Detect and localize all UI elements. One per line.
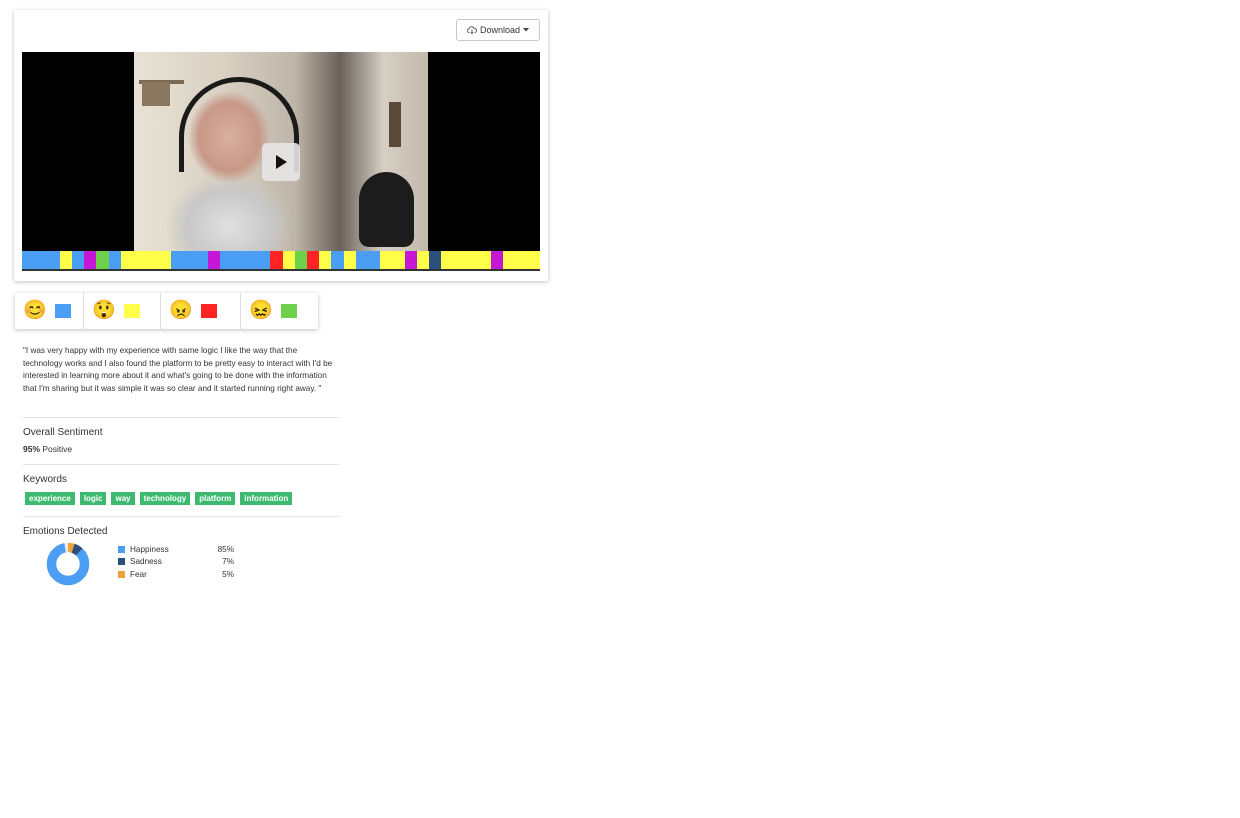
emotion-row: Happiness 85%	[118, 543, 234, 556]
timeline-segment-surprise[interactable]	[282, 251, 295, 269]
angry-face-icon: 😠	[169, 300, 193, 321]
timeline-segment-surprise[interactable]	[416, 251, 430, 269]
emotion-color-swatch	[118, 558, 125, 566]
timeline-segment-happiness[interactable]	[71, 251, 85, 269]
emotions-donut-chart	[46, 542, 90, 586]
keyword-list: experience logic way technology platform info…	[25, 492, 293, 505]
divider	[23, 464, 339, 465]
sentiment-label: Positive	[42, 444, 73, 454]
play-icon	[276, 155, 287, 169]
emotion-row: Sadness 7%	[118, 556, 234, 569]
legend-color-swatch	[200, 304, 217, 318]
caret-down-icon	[523, 28, 529, 32]
download-button[interactable]: Download	[455, 19, 540, 41]
timeline-segment-surprise[interactable]	[120, 251, 171, 269]
emotion-name: Happiness	[130, 544, 169, 554]
legend-color-swatch	[123, 304, 140, 318]
video-card: Download	[14, 10, 548, 281]
timeline-segment-anger[interactable]	[270, 251, 283, 269]
timeline-segment-sadness[interactable]	[429, 251, 442, 269]
divider	[23, 417, 339, 418]
timeline-segment-happiness[interactable]	[355, 251, 381, 269]
legend-color-swatch	[280, 304, 297, 318]
legend-item[interactable]: 😠	[161, 293, 241, 329]
timeline-segment-surprise[interactable]	[319, 251, 332, 269]
timeline-segment-happiness[interactable]	[108, 251, 121, 269]
timeline-segment-disgust[interactable]	[294, 251, 307, 269]
sentiment-value: 95% Positive	[23, 444, 72, 454]
timeline-segment-happiness[interactable]	[220, 251, 271, 269]
emotion-name: Sadness	[130, 557, 162, 567]
donut-slice-happiness	[46, 542, 90, 586]
keywords-heading: Keywords	[23, 474, 67, 485]
legend-item[interactable]: 😲	[84, 293, 161, 329]
confounded-face-icon: 😖	[249, 300, 273, 321]
keyword-tag[interactable]: platform	[195, 492, 236, 505]
sentiment-heading: Overall Sentiment	[23, 427, 103, 438]
sentiment-percent: 95%	[23, 444, 41, 454]
timeline-segment-surprise[interactable]	[441, 251, 492, 269]
play-button[interactable]	[262, 143, 300, 181]
timeline-segment-anger[interactable]	[307, 251, 320, 269]
timeline-segment-happiness[interactable]	[170, 251, 209, 269]
emotion-name: Fear	[130, 569, 147, 579]
legend-item[interactable]: 😖	[241, 293, 318, 329]
emotion-percent: 85%	[217, 544, 234, 554]
legend-item[interactable]: 😊	[15, 293, 84, 329]
keyword-tag[interactable]: information	[240, 492, 293, 505]
emotion-color-swatch	[118, 545, 125, 553]
microphone	[359, 172, 414, 247]
timeline-segment-surprise[interactable]	[503, 251, 541, 269]
keyword-tag[interactable]: way	[111, 492, 135, 505]
emotion-legend: 😊 😲 😠 😖	[15, 293, 318, 329]
emotion-percent: 7%	[222, 557, 234, 567]
emotion-color-swatch	[118, 570, 125, 578]
emotion-row: Fear 5%	[118, 568, 234, 581]
timeline-segment-contempt[interactable]	[84, 251, 97, 269]
timeline-segment-happiness[interactable]	[22, 251, 60, 269]
cloud-download-icon	[466, 26, 477, 34]
download-label: Download	[479, 25, 520, 35]
timeline-segment-happiness[interactable]	[331, 251, 344, 269]
smiling-face-icon: 😊	[23, 300, 47, 321]
timeline-segment-contempt[interactable]	[404, 251, 417, 269]
timeline-segment-contempt[interactable]	[208, 251, 221, 269]
video-player[interactable]	[22, 52, 540, 251]
astonished-face-icon: 😲	[92, 300, 116, 321]
keyword-tag[interactable]: logic	[79, 492, 107, 505]
keyword-tag[interactable]: experience	[25, 492, 75, 505]
keyword-tag[interactable]: technology	[139, 492, 191, 505]
emotions-list: Happiness 85% Sadness 7% Fear 5%	[118, 543, 234, 581]
emotions-heading: Emotions Detected	[23, 526, 108, 537]
timeline-segment-contempt[interactable]	[491, 251, 504, 269]
legend-color-swatch	[54, 304, 71, 318]
divider	[23, 516, 339, 517]
emotion-percent: 5%	[222, 569, 234, 579]
emotion-timeline[interactable]	[22, 251, 541, 271]
timeline-segment-surprise[interactable]	[380, 251, 405, 269]
timeline-segment-disgust[interactable]	[96, 251, 109, 269]
timeline-segment-surprise[interactable]	[343, 251, 356, 269]
timeline-segment-surprise[interactable]	[59, 251, 72, 269]
transcript-quote: "I was very happy with my experience wit…	[23, 346, 333, 393]
